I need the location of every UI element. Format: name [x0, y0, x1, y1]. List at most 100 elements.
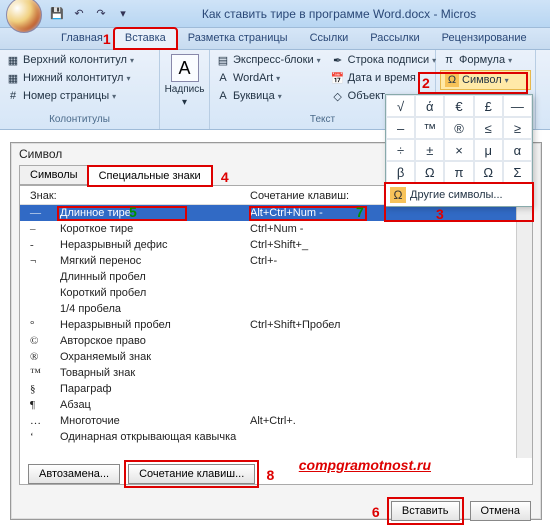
- quickparts-button[interactable]: ▤Экспресс-блоки▾: [214, 52, 323, 68]
- list-item[interactable]: ©Авторское право: [20, 333, 532, 349]
- symbol-cell[interactable]: ≤: [474, 117, 503, 139]
- char-shortcut: Ctrl+Num -: [250, 223, 303, 235]
- tab-mailings[interactable]: Рассылки: [359, 28, 430, 49]
- office-button[interactable]: [6, 0, 42, 33]
- hash-icon: #: [6, 89, 20, 103]
- callout-4: 4: [221, 169, 229, 185]
- symbol-cell[interactable]: Σ: [503, 161, 532, 183]
- char-name: Авторское право: [60, 335, 250, 347]
- object-icon: ◇: [331, 89, 345, 103]
- scrollbar[interactable]: [516, 205, 532, 458]
- list-item[interactable]: Длинный пробел: [20, 269, 532, 285]
- tab-review[interactable]: Рецензирование: [431, 28, 538, 49]
- ribbon-tabs: Главная 1 Вставка Разметка страницы Ссыл…: [0, 28, 550, 50]
- list-item[interactable]: –Короткое тиреCtrl+Num -: [20, 221, 532, 237]
- char-glyph: ™: [30, 367, 60, 379]
- footer-label: Нижний колонтитул: [23, 72, 123, 84]
- save-icon[interactable]: 💾: [48, 5, 66, 23]
- col-char: Знак:: [30, 190, 250, 202]
- more-symbols-item[interactable]: Ω Другие символы... 3: [386, 183, 532, 206]
- dropcap-label: Буквица: [233, 90, 275, 102]
- symbol-cell[interactable]: ×: [444, 139, 473, 161]
- list-item[interactable]: ¶Абзац: [20, 397, 532, 413]
- list-item[interactable]: Короткий пробел: [20, 285, 532, 301]
- undo-icon[interactable]: ↶: [70, 5, 88, 23]
- textbox-icon: A: [171, 54, 199, 82]
- symbol-cell[interactable]: ά: [415, 95, 444, 117]
- char-glyph: -: [30, 239, 60, 251]
- symbol-cell[interactable]: α: [503, 139, 532, 161]
- list-item[interactable]: ™Товарный знак: [20, 365, 532, 381]
- list-item[interactable]: ®Охраняемый знак: [20, 349, 532, 365]
- symbol-cell[interactable]: Ω: [474, 161, 503, 183]
- symbol-cell[interactable]: —: [503, 95, 532, 117]
- signature-button[interactable]: ✒Строка подписи▾: [329, 52, 438, 68]
- list-item[interactable]: ¬Мягкий переносCtrl+-: [20, 253, 532, 269]
- tab-pagelayout[interactable]: Разметка страницы: [177, 28, 299, 49]
- insert-button[interactable]: 6 Вставить: [391, 501, 460, 521]
- symbol-cell[interactable]: –: [386, 117, 415, 139]
- autochange-button[interactable]: Автозамена...: [28, 464, 120, 484]
- symbol-cell[interactable]: €: [444, 95, 473, 117]
- blocks-icon: ▤: [216, 53, 230, 67]
- char-shortcut: Alt+Ctrl+Num -: [250, 207, 323, 219]
- symbol-cell[interactable]: ÷: [386, 139, 415, 161]
- special-chars-list[interactable]: —Длинное тиреAlt+Ctrl+Num -–Короткое тир…: [20, 205, 532, 445]
- tab-special-chars[interactable]: Специальные знаки 4: [88, 166, 212, 186]
- chevron-down-icon: ▾: [182, 97, 187, 108]
- list-item[interactable]: 1/4 пробела: [20, 301, 532, 317]
- chevron-down-icon: ▾: [112, 92, 116, 101]
- tab-symbols[interactable]: Символы: [19, 165, 89, 185]
- cancel-button[interactable]: Отмена: [470, 501, 531, 521]
- char-shortcut: Ctrl+-: [250, 255, 277, 267]
- redo-icon[interactable]: ↷: [92, 5, 110, 23]
- chevron-down-icon: ▾: [126, 74, 130, 83]
- insert-button-label: Вставить: [402, 505, 449, 517]
- titlebar: 💾 ↶ ↷ ▾ Как ставить тире в программе Wor…: [0, 0, 550, 28]
- tab-references[interactable]: Ссылки: [299, 28, 360, 49]
- callout-2: 2: [422, 75, 430, 91]
- dropcap-button[interactable]: AБуквица▾: [214, 88, 323, 104]
- list-item[interactable]: …МноготочиеAlt+Ctrl+.: [20, 413, 532, 429]
- symbol-cell[interactable]: ®: [444, 117, 473, 139]
- textbox-button[interactable]: A Надпись ▾: [159, 52, 211, 110]
- symbol-cell[interactable]: μ: [474, 139, 503, 161]
- callout-8: 8: [266, 467, 274, 483]
- char-glyph: ©: [30, 335, 60, 347]
- callout-5: 5: [129, 204, 137, 220]
- char-name: Неразрывный пробел: [60, 319, 250, 331]
- list-item[interactable]: ‘Одинарная открывающая кавычка: [20, 429, 532, 445]
- callout-1: 1: [103, 31, 111, 47]
- footer-button[interactable]: ▦Нижний колонтитул▾: [4, 70, 155, 86]
- symbol-cell[interactable]: ≥: [503, 117, 532, 139]
- calendar-icon: 📅: [331, 71, 345, 85]
- wordart-icon: A: [216, 71, 230, 85]
- symbol-cell[interactable]: √: [386, 95, 415, 117]
- dialog-footer: 6 Вставить Отмена: [11, 493, 541, 529]
- shortcut-button[interactable]: Сочетание клавиш... 8: [128, 464, 255, 484]
- symbol-grid: √ά€£—–™®≤≥÷±×μαβΩπΩΣ: [386, 95, 532, 183]
- char-name: Короткий пробел: [60, 287, 250, 299]
- symbol-cell[interactable]: £: [474, 95, 503, 117]
- list-item[interactable]: °Неразрывный пробелCtrl+Shift+Пробел: [20, 317, 532, 333]
- ribbon: ▦Верхний колонтитул▾ ▦Нижний колонтитул▾…: [0, 50, 550, 130]
- list-item[interactable]: -Неразрывный дефисCtrl+Shift+_: [20, 237, 532, 253]
- char-name: Товарный знак: [60, 367, 250, 379]
- wordart-button[interactable]: AWordArt▾: [214, 70, 323, 86]
- qat-dropdown-icon[interactable]: ▾: [114, 5, 132, 23]
- char-glyph: ®: [30, 351, 60, 363]
- symbol-cell[interactable]: ™: [415, 117, 444, 139]
- shortcut-button-label: Сочетание клавиш...: [139, 468, 244, 480]
- header-button[interactable]: ▦Верхний колонтитул▾: [4, 52, 155, 68]
- symbol-cell[interactable]: ±: [415, 139, 444, 161]
- tab-insert[interactable]: 1 Вставка: [114, 28, 177, 49]
- char-name: Мягкий перенос: [60, 255, 250, 267]
- symbol-cell[interactable]: Ω: [415, 161, 444, 183]
- list-item[interactable]: §Параграф: [20, 381, 532, 397]
- symbol-cell[interactable]: π: [444, 161, 473, 183]
- equation-button[interactable]: πФормула▾: [440, 52, 531, 68]
- pagenumber-button[interactable]: #Номер страницы▾: [4, 88, 155, 104]
- list-wrap: —Длинное тиреAlt+Ctrl+Num -–Короткое тир…: [20, 204, 532, 458]
- header-label: Верхний колонтитул: [23, 54, 127, 66]
- symbol-cell[interactable]: β: [386, 161, 415, 183]
